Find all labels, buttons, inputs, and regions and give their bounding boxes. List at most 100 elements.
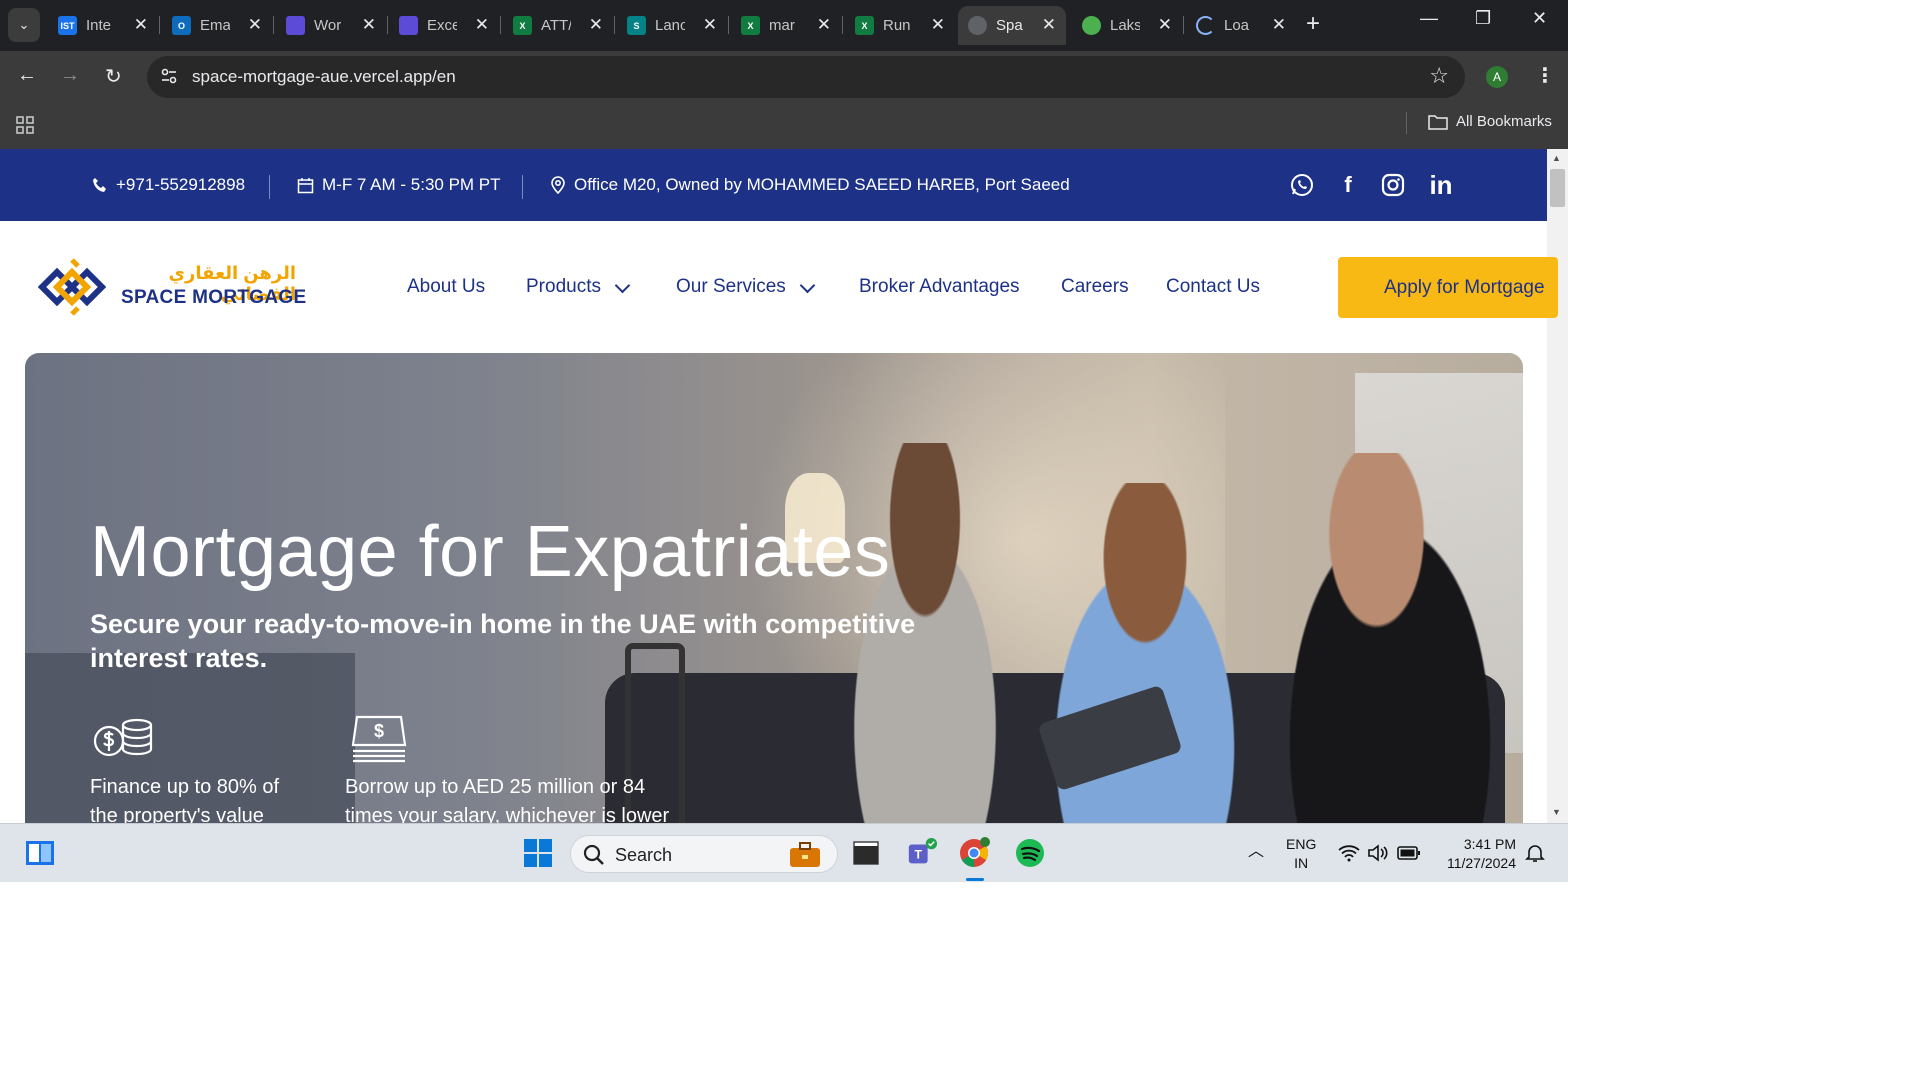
phone-contact[interactable]: +971-552912898 — [92, 175, 245, 195]
battery-icon[interactable] — [1397, 845, 1421, 861]
browser-menu-icon[interactable]: ⋮ — [1535, 63, 1555, 88]
scrollbar-thumb[interactable] — [1550, 169, 1565, 207]
taskbar-search[interactable]: Search — [570, 835, 838, 873]
tab-title: Exce — [427, 17, 457, 34]
close-tab-icon[interactable]: ✕ — [1042, 15, 1056, 35]
bookmark-star-icon[interactable]: ☆ — [1429, 63, 1449, 89]
clock[interactable]: 3:41 PM 11/27/2024 — [1436, 835, 1516, 873]
tab-separator — [387, 16, 388, 34]
nav-careers[interactable]: Careers — [1061, 276, 1129, 298]
close-tab-icon[interactable]: ✕ — [817, 15, 831, 35]
nav-our-services[interactable]: Our Services — [676, 276, 816, 298]
close-tab-icon[interactable]: ✕ — [1158, 15, 1172, 35]
nav-about-us[interactable]: About Us — [407, 276, 485, 298]
tab-title: Inte — [86, 17, 112, 34]
restore-icon[interactable]: ❐ — [1475, 8, 1491, 29]
show-hidden-icons[interactable]: ︿ — [1248, 842, 1264, 861]
close-tab-icon[interactable]: ✕ — [1272, 15, 1286, 35]
scroll-up-arrow[interactable]: ▲ — [1552, 153, 1561, 163]
teams-icon[interactable]: T — [906, 837, 938, 869]
browser-tab[interactable]: X Run ✕ — [845, 6, 955, 45]
hero-photo-person — [1255, 453, 1523, 823]
tab-separator — [842, 16, 843, 34]
wifi-icon[interactable] — [1338, 844, 1360, 862]
tab-title: mar — [769, 17, 795, 34]
hero-title: Mortgage for Expatriates — [90, 512, 891, 592]
site-info-icon[interactable] — [159, 66, 179, 86]
tab-search-button[interactable]: ⌄ — [8, 8, 40, 42]
browser-tab[interactable]: IST Inte ✕ — [48, 6, 158, 45]
close-tab-icon[interactable]: ✕ — [931, 15, 945, 35]
forward-button[interactable]: → — [60, 64, 80, 87]
close-tab-icon[interactable]: ✕ — [134, 15, 148, 35]
chrome-icon[interactable] — [958, 837, 990, 869]
nav-products[interactable]: Products — [526, 276, 631, 298]
browser-tab[interactable]: O Ema ✕ — [162, 6, 272, 45]
browser-tab[interactable]: Spa ✕ — [958, 6, 1066, 45]
space-mortgage-logo[interactable] — [28, 258, 114, 316]
language-label: ENG — [1286, 836, 1317, 852]
tab-title: Laks — [1110, 17, 1140, 34]
all-bookmarks-label: All Bookmarks — [1456, 113, 1552, 130]
feature-finance-text: Finance up to 80% of the property's valu… — [90, 776, 280, 823]
clock-time: 3:41 PM — [1463, 836, 1516, 852]
hero-subtitle: Secure your ready-to-move-in home in the… — [90, 609, 916, 673]
close-tab-icon[interactable]: ✕ — [589, 15, 603, 35]
close-tab-icon[interactable]: ✕ — [475, 15, 489, 35]
ist-icon: IST — [58, 16, 77, 35]
file-explorer-icon[interactable] — [850, 837, 882, 869]
browser-tab[interactable]: Exce ✕ — [389, 6, 499, 45]
widgets-icon[interactable] — [24, 837, 56, 869]
language-indicator[interactable]: ENG IN — [1286, 835, 1316, 873]
scroll-down-arrow[interactable]: ▼ — [1552, 807, 1561, 817]
nav-broker-advantages[interactable]: Broker Advantages — [859, 276, 1020, 298]
tab-separator — [1183, 16, 1184, 34]
bookmarks-separator — [1406, 112, 1407, 134]
volume-icon[interactable] — [1367, 844, 1389, 862]
linkedin-icon[interactable]: in — [1428, 170, 1454, 200]
browser-tab[interactable]: Wor ✕ — [276, 6, 386, 45]
tab-separator — [614, 16, 615, 34]
profile-avatar[interactable]: A — [1486, 66, 1508, 88]
tab-separator — [159, 16, 160, 34]
reload-button[interactable]: ↻ — [105, 64, 122, 89]
excel-icon: X — [741, 16, 760, 35]
search-icon — [583, 844, 604, 865]
browser-tab[interactable]: S Lanc ✕ — [617, 6, 727, 45]
excel-icon: X — [855, 16, 874, 35]
address-info: Office M20, Owned by MOHAMMED SAEED HARE… — [550, 175, 1070, 195]
spotify-icon[interactable] — [1014, 837, 1046, 869]
page-scrollbar[interactable]: ▲ ▼ — [1547, 149, 1568, 823]
minimize-icon[interactable]: — — [1420, 8, 1438, 29]
browser-tab[interactable]: Xmar ✕ — [731, 6, 841, 45]
copilot-icon — [399, 16, 418, 35]
close-tab-icon[interactable]: ✕ — [703, 15, 717, 35]
back-button[interactable]: ← — [17, 64, 37, 87]
new-tab-button[interactable]: + — [1306, 10, 1320, 38]
bookmarks-bar — [0, 103, 1568, 149]
start-button[interactable] — [522, 837, 554, 869]
all-bookmarks-button[interactable]: All Bookmarks — [1428, 113, 1552, 130]
address-bar[interactable]: space-mortgage-aue.vercel.app/en ☆ — [147, 56, 1465, 98]
browser-tab[interactable]: X ATT/ ✕ — [503, 6, 613, 45]
browser-tab[interactable]: Laks ✕ — [1072, 6, 1182, 45]
sharepoint-icon: S — [627, 16, 646, 35]
facebook-icon[interactable]: f — [1335, 171, 1361, 199]
close-window-icon[interactable]: ✕ — [1532, 8, 1547, 29]
instagram-icon[interactable] — [1380, 171, 1406, 199]
browser-tab[interactable]: Loa ✕ — [1186, 6, 1296, 45]
close-tab-icon[interactable]: ✕ — [248, 15, 262, 35]
hours-info: M-F 7 AM - 5:30 PM PT — [297, 175, 501, 195]
apply-for-mortgage-button[interactable]: Apply for Mortgage — [1338, 257, 1558, 318]
apps-grid-icon[interactable] — [15, 115, 35, 135]
whatsapp-icon[interactable] — [1289, 171, 1315, 199]
nav-services-label: Our Services — [676, 276, 786, 297]
briefcase-icon — [790, 842, 820, 867]
notifications-icon[interactable] — [1525, 843, 1545, 863]
topbar-divider — [522, 175, 523, 199]
calendar-icon — [297, 177, 314, 193]
clock-date: 11/27/2024 — [1446, 855, 1516, 871]
logo-english-text: SPACE MORTGAGE — [121, 287, 307, 308]
nav-contact-us[interactable]: Contact Us — [1166, 276, 1260, 298]
close-tab-icon[interactable]: ✕ — [362, 15, 376, 35]
